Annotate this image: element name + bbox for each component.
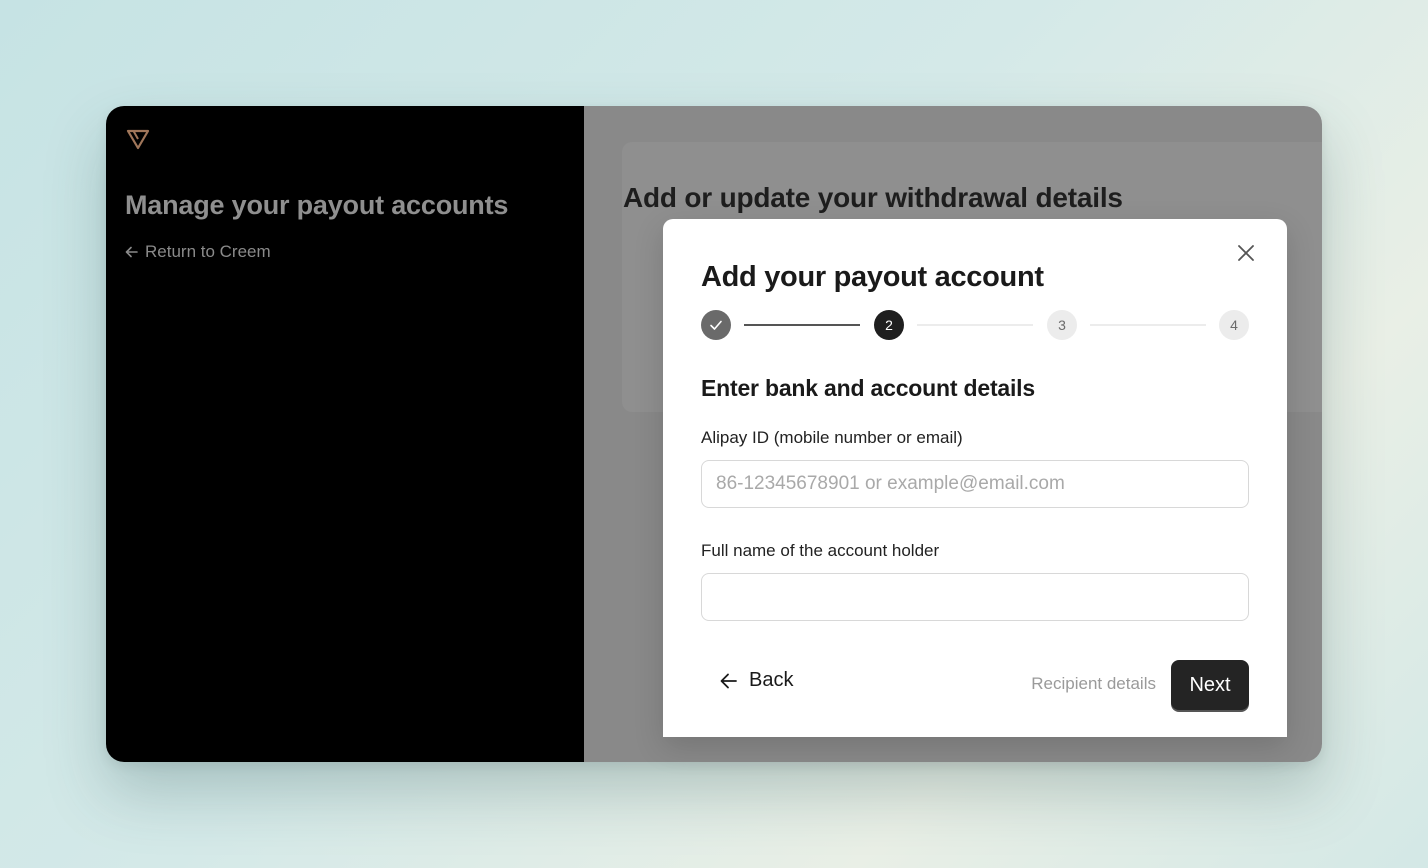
triangle-logo-icon [126, 129, 150, 150]
payout-account-modal: Add your payout account 2 3 4 Enter bank… [663, 219, 1287, 737]
check-icon [710, 320, 722, 330]
arrow-left-icon [125, 246, 138, 258]
stepper: 2 3 4 [701, 310, 1249, 340]
back-button[interactable]: Back [719, 669, 793, 692]
next-step-caption: Recipient details [1031, 674, 1156, 693]
close-icon[interactable] [1235, 242, 1257, 264]
step-3: 3 [1047, 310, 1077, 340]
sidebar: Manage your payout accounts Return to Cr… [106, 106, 584, 762]
alipay-id-label: Alipay ID (mobile number or email) [701, 428, 963, 447]
next-button[interactable]: Next [1171, 660, 1249, 710]
step-connector-1 [744, 324, 860, 326]
account-holder-input[interactable] [701, 573, 1249, 621]
step-4: 4 [1219, 310, 1249, 340]
modal-title: Add your payout account [701, 261, 1044, 293]
return-link-label: Return to Creem [145, 242, 271, 261]
arrow-left-icon [720, 673, 737, 688]
alipay-id-input[interactable] [701, 460, 1249, 508]
page-title: Manage your payout accounts [125, 190, 509, 220]
return-link[interactable]: Return to Creem [125, 242, 271, 262]
back-button-label: Back [749, 669, 794, 691]
withdrawal-card-title: Add or update your withdrawal details [623, 182, 1123, 213]
account-holder-label: Full name of the account holder [701, 541, 940, 560]
step-2: 2 [874, 310, 904, 340]
section-title: Enter bank and account details [701, 375, 1035, 401]
step-connector-2 [917, 324, 1033, 326]
step-connector-3 [1090, 324, 1206, 326]
step-1 [701, 310, 731, 340]
